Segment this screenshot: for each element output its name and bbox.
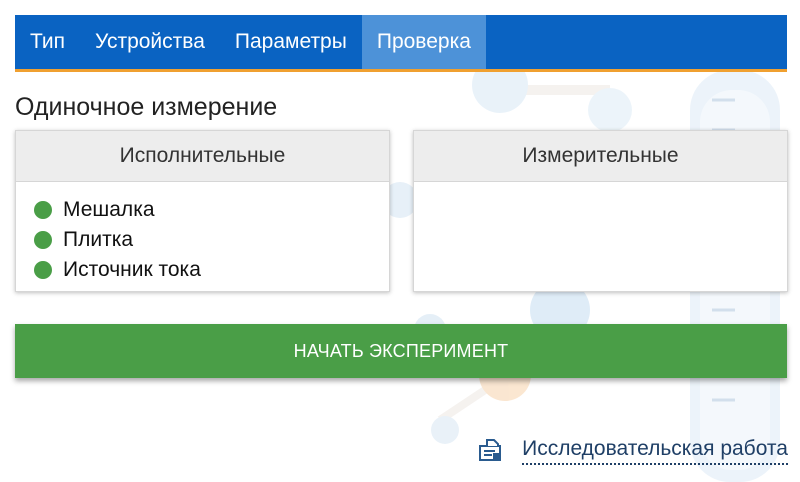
device-label: Плитка	[63, 228, 134, 251]
top-navigation: Тип Устройства Параметры Проверка	[15, 15, 787, 72]
tab-check[interactable]: Проверка	[361, 15, 486, 69]
list-item-stirrer: Мешалка	[34, 195, 389, 225]
status-dot-icon	[34, 201, 52, 219]
status-dot-icon	[34, 261, 52, 279]
start-experiment-button[interactable]: НАЧАТЬ ЭКСПЕРИМЕНТ	[15, 324, 787, 378]
research-work-link-text[interactable]: Исследовательская работа	[522, 436, 788, 465]
actuators-list: Мешалка Плитка Источник тока	[16, 182, 389, 285]
list-item-power-source: Источник тока	[34, 255, 389, 285]
page-title: Одиночное измерение	[15, 93, 278, 121]
tab-type[interactable]: Тип	[15, 15, 80, 69]
device-label: Мешалка	[63, 198, 155, 221]
sensors-panel-header: Измерительные	[414, 131, 787, 182]
actuators-panel: Исполнительные Мешалка Плитка Источник т…	[15, 130, 390, 292]
sensors-panel: Измерительные	[413, 130, 788, 292]
tab-devices[interactable]: Устройства	[80, 15, 220, 69]
actuators-panel-header: Исполнительные	[16, 131, 389, 182]
research-work-link[interactable]: Исследовательская работа	[478, 435, 788, 465]
list-item-hotplate: Плитка	[34, 225, 389, 255]
device-label: Источник тока	[63, 258, 201, 281]
document-icon	[479, 439, 502, 461]
tab-parameters[interactable]: Параметры	[220, 15, 362, 69]
status-dot-icon	[34, 231, 52, 249]
sensors-list	[414, 182, 787, 195]
